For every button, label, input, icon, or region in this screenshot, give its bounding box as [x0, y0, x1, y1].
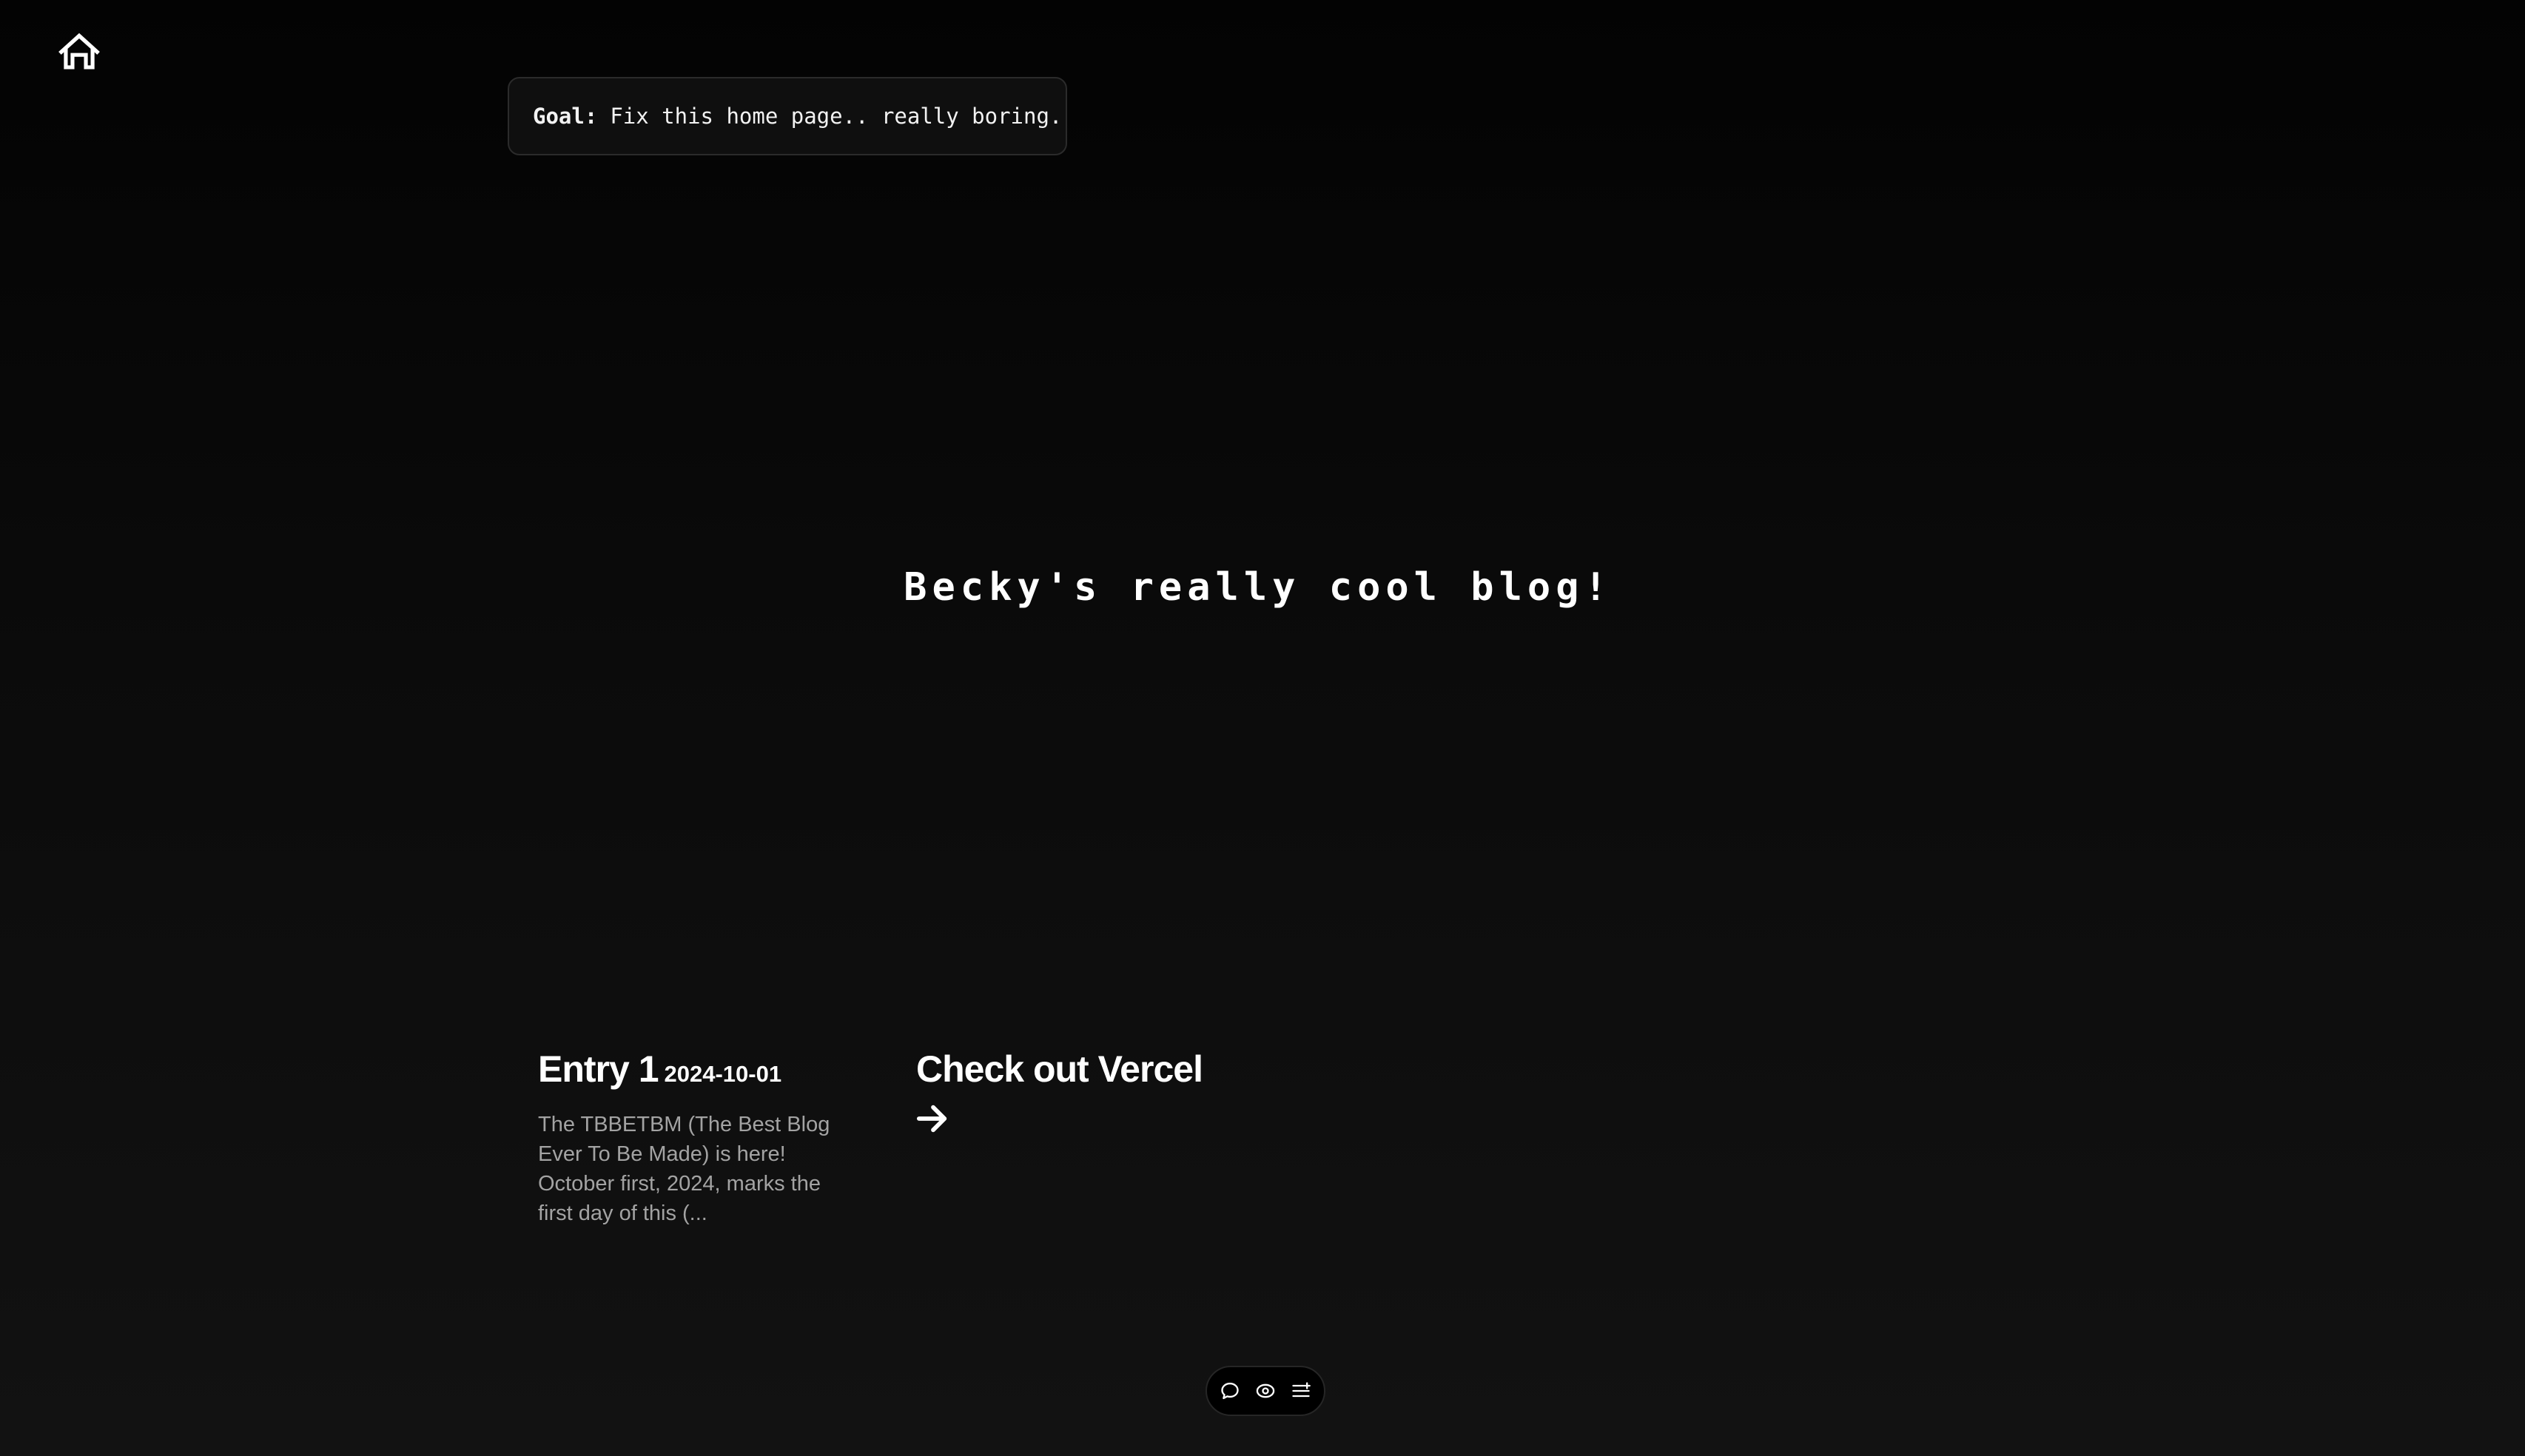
- goal-label: Goal:: [533, 104, 598, 129]
- eye-icon: [1256, 1383, 1275, 1398]
- home-icon: [58, 33, 100, 70]
- floating-toolbar: [1206, 1366, 1325, 1416]
- goal-text: Fix this home page.. really boring.: [610, 104, 1063, 129]
- blog-entry-card[interactable]: Entry 1 2024-10-01 The TBBETBM (The Best …: [538, 1051, 849, 1228]
- entry-date: 2024-10-01: [664, 1061, 782, 1087]
- comment-icon: [1221, 1382, 1239, 1400]
- vercel-link-label: Check out Vercel: [916, 1048, 1203, 1090]
- page-title: Becky's really cool blog!: [0, 565, 2525, 610]
- entry-excerpt: The TBBETBM (The Best Blog Ever To Be Ma…: [538, 1113, 830, 1225]
- arrow-right-icon: [916, 1105, 947, 1133]
- home-button[interactable]: [56, 28, 102, 74]
- list-button[interactable]: [1290, 1380, 1312, 1402]
- entry-heading: Entry 1 2024-10-01: [538, 1051, 849, 1088]
- vercel-link[interactable]: Check out Vercel: [916, 1051, 1242, 1133]
- page-title-text: Becky's really cool blog!: [904, 565, 1613, 610]
- list-icon: [1292, 1382, 1311, 1398]
- comment-button[interactable]: [1219, 1380, 1241, 1402]
- view-button[interactable]: [1254, 1380, 1277, 1402]
- entry-title: Entry 1: [538, 1048, 659, 1090]
- goal-callout: Goal: Fix this home page.. really boring…: [508, 77, 1067, 155]
